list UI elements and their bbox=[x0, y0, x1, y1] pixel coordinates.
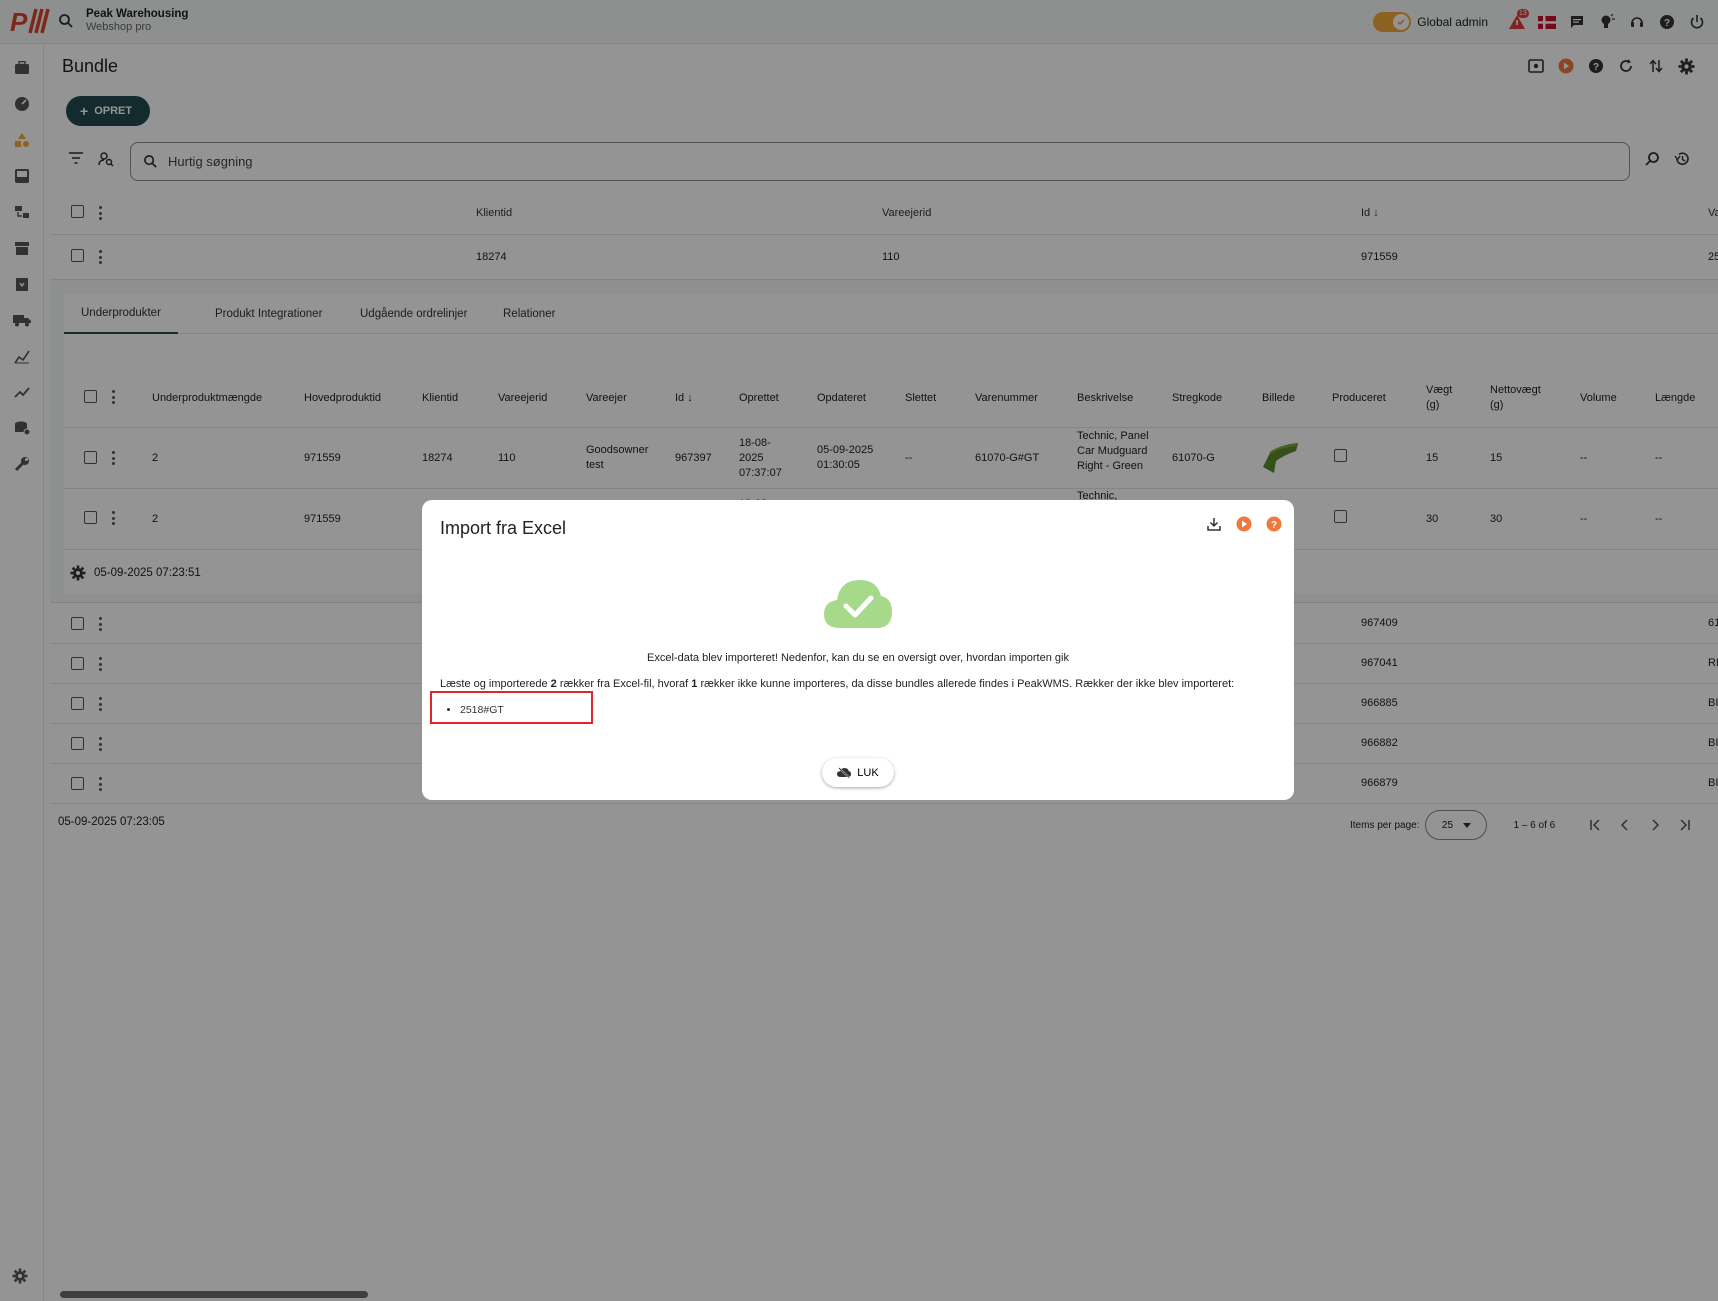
cloud-done-icon bbox=[822, 576, 894, 630]
cloud-off-icon bbox=[837, 767, 852, 778]
not-imported-item: 2518#GT bbox=[460, 704, 591, 716]
close-button-label: LUK bbox=[857, 766, 879, 779]
close-button[interactable]: LUK bbox=[822, 758, 894, 787]
summary-mid: rækker fra Excel-fil, hvoraf bbox=[556, 678, 692, 690]
summary-pre: Læste og importerede bbox=[440, 678, 551, 690]
help-icon[interactable]: ? bbox=[1264, 514, 1284, 534]
import-excel-dialog: Import fra Excel ? Excel-data blev impor… bbox=[422, 500, 1294, 800]
import-summary: Læste og importerede 2 rækker fra Excel-… bbox=[440, 678, 1234, 690]
play-icon[interactable] bbox=[1234, 514, 1254, 534]
download-icon[interactable] bbox=[1204, 514, 1224, 534]
success-message: Excel-data blev importeret! Nedenfor, ka… bbox=[647, 652, 1069, 664]
svg-text:?: ? bbox=[1271, 520, 1277, 531]
summary-post: rækker ikke kunne importeres, da disse b… bbox=[697, 678, 1235, 690]
dialog-title: Import fra Excel bbox=[440, 518, 567, 538]
not-imported-list: 2518#GT bbox=[430, 691, 593, 724]
